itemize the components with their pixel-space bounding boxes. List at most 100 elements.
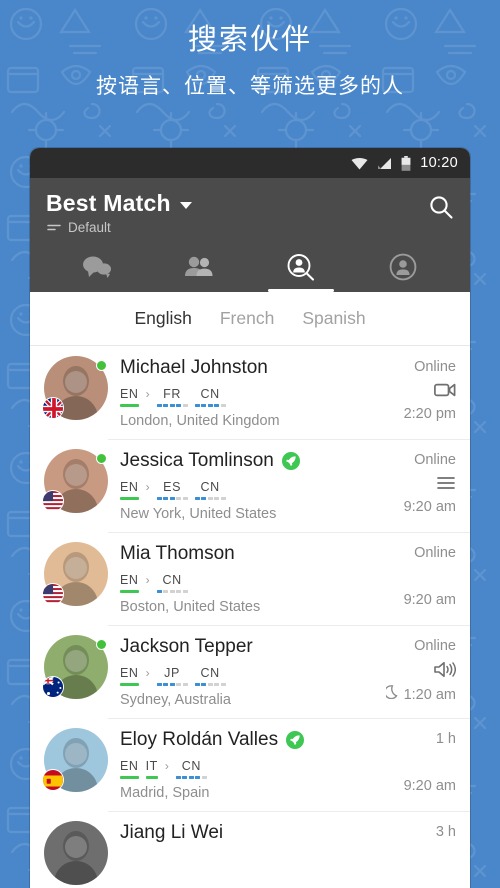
sort-icon bbox=[47, 223, 61, 233]
language-level-bar bbox=[156, 404, 188, 407]
language-tab-french[interactable]: French bbox=[220, 308, 274, 329]
person-name: Mia Thomson bbox=[120, 543, 235, 564]
language-item: CN bbox=[194, 480, 226, 500]
filter-summary[interactable]: Default bbox=[46, 220, 428, 235]
language-tab-spanish[interactable]: Spanish bbox=[302, 308, 365, 329]
language-direction-arrow: › bbox=[145, 480, 150, 494]
avatar-wrapper[interactable] bbox=[42, 356, 108, 420]
search-icon bbox=[428, 196, 454, 224]
filter-summary-label: Default bbox=[68, 220, 111, 235]
language-level-segment bbox=[176, 497, 182, 500]
active-tab-indicator bbox=[268, 289, 334, 292]
language-item: IT bbox=[145, 759, 158, 779]
language-level-segment bbox=[201, 404, 207, 407]
person-name: Jiang Li Wei bbox=[120, 822, 224, 843]
language-code: EN bbox=[120, 759, 139, 773]
avatar-wrapper[interactable] bbox=[44, 821, 108, 885]
person-location: Sydney, Australia bbox=[120, 692, 231, 708]
avatar bbox=[44, 821, 108, 885]
local-time: 9:20 am bbox=[403, 499, 456, 515]
language-direction-arrow: › bbox=[145, 573, 150, 587]
language-level-segment bbox=[194, 404, 200, 407]
language-level-segment bbox=[201, 497, 207, 500]
language-level-segment bbox=[182, 776, 188, 779]
language-tab-english[interactable]: English bbox=[134, 308, 191, 329]
tab-search-people[interactable] bbox=[250, 246, 352, 292]
list-item[interactable]: Michael Johnston EN › FR CN London, Unit… bbox=[30, 346, 470, 439]
person-status: 3 h bbox=[435, 824, 456, 840]
language-filter-bar: English French Spanish bbox=[30, 292, 470, 346]
language-list: EN › FR CN bbox=[120, 386, 364, 407]
list-item[interactable]: Jiang Li Wei 3 h bbox=[30, 811, 470, 888]
person-name: Jackson Tepper bbox=[120, 636, 253, 657]
search-button[interactable] bbox=[428, 190, 454, 225]
speaker-icon[interactable] bbox=[434, 656, 456, 682]
language-level-segment bbox=[188, 776, 194, 779]
person-status: Online bbox=[414, 452, 456, 468]
language-item: EN bbox=[120, 573, 139, 593]
avatar-wrapper[interactable] bbox=[42, 449, 108, 513]
sort-mode-dropdown[interactable]: Best Match bbox=[46, 190, 428, 217]
language-level-segment bbox=[156, 590, 162, 593]
language-level-segment bbox=[194, 683, 200, 686]
language-level-segment bbox=[182, 404, 188, 407]
list-item-body: Michael Johnston EN › FR CN London, Unit… bbox=[108, 356, 364, 429]
language-code: JP bbox=[164, 666, 180, 680]
language-level-segment bbox=[182, 683, 188, 686]
people-list: Michael Johnston EN › FR CN London, Unit… bbox=[30, 346, 470, 888]
language-level-segment bbox=[156, 497, 162, 500]
language-item: CN bbox=[194, 666, 226, 686]
language-code: CN bbox=[200, 387, 220, 401]
language-level-segment bbox=[182, 590, 188, 593]
language-code: IT bbox=[145, 759, 158, 773]
video-camera-icon[interactable] bbox=[434, 377, 456, 403]
text-lines-icon[interactable] bbox=[436, 470, 456, 496]
country-flag-icon bbox=[42, 583, 64, 605]
language-code: CN bbox=[200, 666, 220, 680]
language-level-segment bbox=[182, 497, 188, 500]
wifi-icon bbox=[351, 157, 368, 170]
tab-people[interactable] bbox=[148, 246, 250, 292]
avatar-wrapper[interactable] bbox=[42, 542, 108, 606]
tab-profile[interactable] bbox=[352, 246, 454, 292]
person-status: Online bbox=[414, 359, 456, 375]
list-item-meta: Online 2:20 pm bbox=[364, 356, 456, 429]
language-level-native bbox=[120, 683, 139, 686]
person-status: Online bbox=[414, 545, 456, 561]
language-item: CN bbox=[156, 573, 188, 593]
language-level-segment bbox=[169, 683, 175, 686]
language-item: EN bbox=[120, 666, 139, 686]
person-search-icon bbox=[286, 253, 316, 286]
list-item[interactable]: Jessica Tomlinson EN › ES CN New York, U… bbox=[30, 439, 470, 532]
person-status: 1 h bbox=[435, 731, 456, 747]
country-flag-icon bbox=[42, 490, 64, 512]
local-time-line: 2:20 pm bbox=[404, 406, 456, 422]
language-level-segment bbox=[214, 497, 220, 500]
language-level-segment bbox=[201, 776, 207, 779]
person-location: Madrid, Spain bbox=[120, 785, 210, 801]
language-level-bar bbox=[156, 683, 188, 686]
language-level-segment bbox=[176, 404, 182, 407]
avatar-wrapper[interactable] bbox=[42, 635, 108, 699]
list-item[interactable]: Mia Thomson EN › CN Boston, United State… bbox=[30, 532, 470, 625]
list-item-meta: Online 1:20 am bbox=[364, 635, 456, 708]
language-level-bar bbox=[175, 776, 207, 779]
language-list: EN › CN bbox=[120, 572, 364, 593]
tab-chat[interactable] bbox=[46, 246, 148, 292]
language-level-segment bbox=[156, 404, 162, 407]
language-level-segment bbox=[175, 776, 181, 779]
language-level-segment bbox=[220, 497, 226, 500]
avatar-wrapper[interactable] bbox=[42, 728, 108, 792]
language-direction-arrow: › bbox=[145, 666, 150, 680]
language-list: EN › JP CN bbox=[120, 665, 364, 686]
country-flag-icon bbox=[42, 676, 64, 698]
online-status-dot bbox=[96, 360, 107, 371]
language-level-segment bbox=[214, 683, 220, 686]
list-item[interactable]: Jackson Tepper EN › JP CN Sydney, Austra… bbox=[30, 625, 470, 718]
local-time: 2:20 pm bbox=[403, 406, 456, 422]
language-level-bar bbox=[194, 683, 226, 686]
list-item[interactable]: Eloy Roldán Valles EN IT › CN Madrid, Sp… bbox=[30, 718, 470, 811]
language-level-segment bbox=[207, 497, 213, 500]
app-bar: Best Match Default bbox=[30, 178, 470, 292]
name-line: Eloy Roldán Valles bbox=[120, 729, 364, 751]
